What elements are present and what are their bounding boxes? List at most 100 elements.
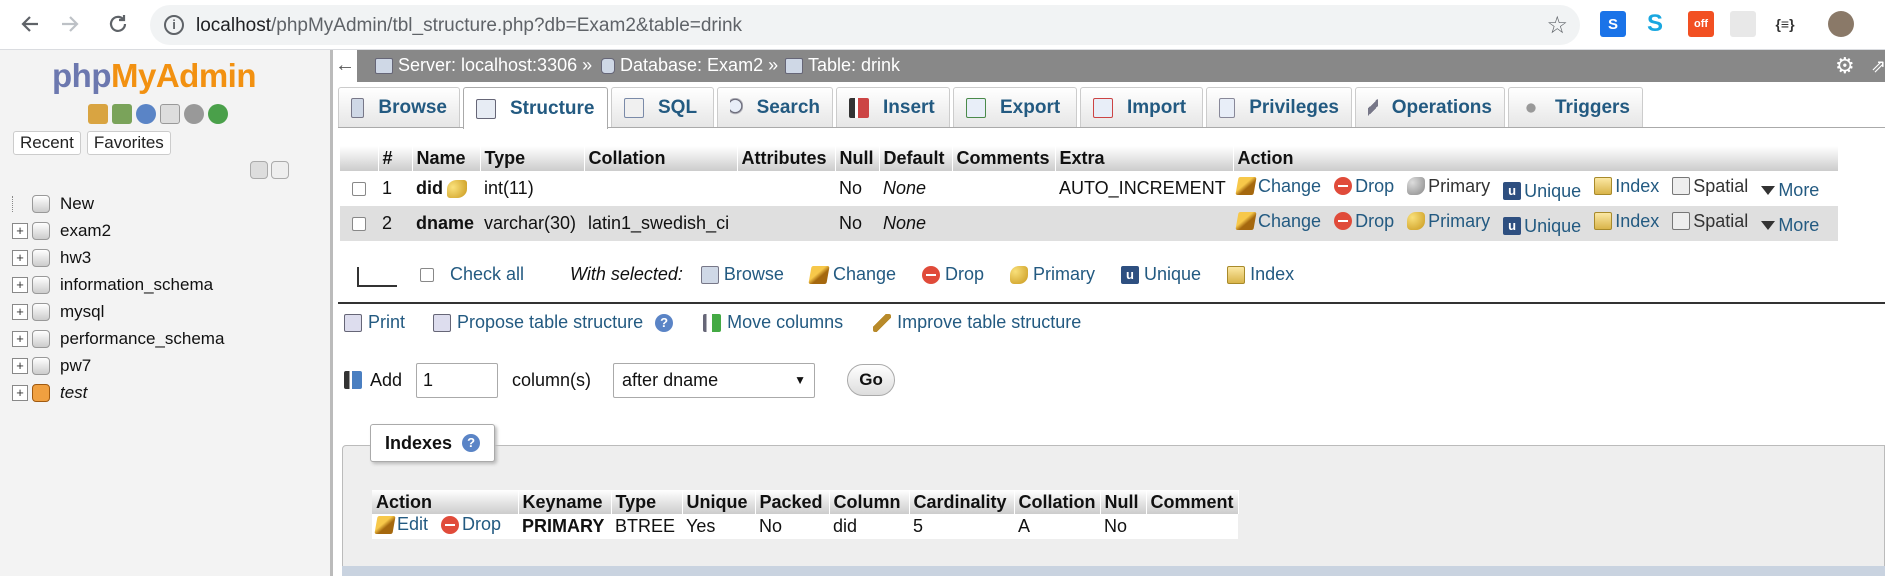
improve-structure-link[interactable]: Improve table structure bbox=[873, 312, 1081, 333]
tab-search[interactable]: Search bbox=[717, 87, 833, 127]
breadcrumb-table[interactable]: Table: drink bbox=[785, 55, 900, 76]
indexes-legend[interactable]: Indexes? bbox=[370, 424, 496, 462]
row-number: 1 bbox=[378, 171, 412, 206]
tab-insert[interactable]: Insert bbox=[836, 87, 950, 127]
row-checkbox[interactable] bbox=[352, 217, 366, 232]
tree-item-test[interactable]: + test bbox=[12, 379, 224, 406]
row-checkbox[interactable] bbox=[352, 182, 366, 197]
refresh-icon[interactable] bbox=[208, 104, 228, 124]
tab-triggers[interactable]: Triggers bbox=[1508, 87, 1643, 127]
index-button[interactable]: Index bbox=[1594, 211, 1659, 232]
sql-query-icon[interactable] bbox=[112, 104, 132, 124]
link-with-main-icon[interactable] bbox=[271, 161, 289, 179]
pane-splitter[interactable] bbox=[330, 50, 333, 576]
expand-icon[interactable]: + bbox=[12, 222, 28, 239]
bulk-drop-button[interactable]: Drop bbox=[922, 264, 984, 285]
expand-icon[interactable]: + bbox=[12, 249, 28, 266]
edit-index-button[interactable]: Edit bbox=[374, 514, 428, 535]
column-comments-cell bbox=[952, 171, 1055, 206]
extension-skype-icon[interactable]: S bbox=[1642, 10, 1668, 37]
index-button[interactable]: Index bbox=[1594, 176, 1659, 197]
collapse-nav-arrow-icon[interactable]: ← bbox=[333, 50, 357, 82]
browse-icon bbox=[351, 97, 365, 118]
check-all-checkbox[interactable] bbox=[420, 267, 434, 282]
expand-icon[interactable]: + bbox=[12, 357, 28, 374]
tree-item-information-schema[interactable]: + information_schema bbox=[12, 271, 224, 298]
extension-blank-icon[interactable] bbox=[1730, 11, 1756, 37]
change-button[interactable]: Change bbox=[1235, 211, 1321, 232]
tab-import[interactable]: Import bbox=[1080, 87, 1203, 127]
breadcrumb-database[interactable]: Database: Exam2 » bbox=[601, 55, 778, 76]
column-default-cell: None bbox=[879, 206, 952, 241]
help-icon[interactable]: ? bbox=[655, 313, 674, 332]
help-icon[interactable] bbox=[136, 104, 156, 124]
drop-button[interactable]: Drop bbox=[1334, 176, 1394, 197]
spatial-button-disabled: Spatial bbox=[1672, 176, 1748, 197]
extension-s-icon[interactable]: S bbox=[1600, 11, 1626, 37]
go-button[interactable]: Go bbox=[847, 364, 896, 396]
expand-icon[interactable]: + bbox=[12, 384, 28, 401]
bulk-browse-button[interactable]: Browse bbox=[700, 264, 784, 285]
url-text[interactable]: localhost/phpMyAdmin/tbl_structure.php?d… bbox=[196, 15, 742, 37]
expand-icon[interactable]: + bbox=[12, 303, 28, 320]
recent-tab[interactable]: Recent bbox=[13, 131, 81, 155]
col-header-check bbox=[340, 146, 379, 171]
address-bar[interactable]: i localhost/phpMyAdmin/tbl_structure.php… bbox=[150, 5, 1580, 45]
profile-avatar[interactable] bbox=[1828, 11, 1854, 37]
phpmyadmin-logo[interactable]: phpMyAdmin bbox=[52, 57, 257, 95]
more-dropdown[interactable]: More bbox=[1761, 180, 1819, 201]
tab-sql[interactable]: SQL bbox=[611, 87, 714, 127]
tree-item-exam2[interactable]: + exam2 bbox=[12, 217, 224, 244]
bulk-unique-button[interactable]: u Unique bbox=[1121, 264, 1201, 285]
move-columns-link[interactable]: Move columns bbox=[703, 312, 843, 333]
drop-index-button[interactable]: Drop bbox=[441, 514, 501, 535]
col-header-column: Column bbox=[829, 490, 910, 514]
tree-item-new[interactable]: New bbox=[12, 190, 224, 217]
tree-item-performance-schema[interactable]: + performance_schema bbox=[12, 325, 224, 352]
primary-button[interactable]: Primary bbox=[1407, 211, 1490, 232]
bulk-index-button[interactable]: Index bbox=[1227, 264, 1294, 285]
expand-icon[interactable]: + bbox=[12, 276, 28, 293]
breadcrumb-server[interactable]: Server: localhost:3306 » bbox=[375, 55, 592, 76]
unique-button[interactable]: u Unique bbox=[1503, 216, 1581, 237]
primary-button-disabled: Primary bbox=[1407, 176, 1490, 197]
change-button[interactable]: Change bbox=[1235, 176, 1321, 197]
info-icon[interactable]: i bbox=[164, 15, 184, 35]
page-settings-gear-icon[interactable]: ⚙ bbox=[1835, 55, 1857, 77]
drop-button[interactable]: Drop bbox=[1334, 211, 1394, 232]
unique-button[interactable]: u Unique bbox=[1503, 181, 1581, 202]
structure-header-row: # Name Type Collation Attributes Null De… bbox=[340, 146, 1839, 171]
bulk-primary-button[interactable]: Primary bbox=[1010, 264, 1095, 285]
more-dropdown[interactable]: More bbox=[1761, 215, 1819, 236]
tab-operations[interactable]: Operations bbox=[1355, 87, 1505, 127]
bookmark-star-icon[interactable]: ☆ bbox=[1546, 11, 1568, 40]
tree-item-hw3[interactable]: + hw3 bbox=[12, 244, 224, 271]
print-link[interactable]: Print bbox=[344, 312, 405, 333]
tab-export[interactable]: Export bbox=[953, 87, 1077, 127]
collapse-top-icon[interactable]: ⇗ bbox=[1871, 55, 1885, 77]
col-header-cardinality: Cardinality bbox=[909, 490, 1015, 514]
check-all-label[interactable]: Check all bbox=[450, 264, 524, 285]
bulk-change-button[interactable]: Change bbox=[808, 264, 896, 285]
table-row: 2 dname varchar(30) latin1_swedish_ci No… bbox=[340, 206, 1838, 241]
help-icon[interactable]: ? bbox=[462, 434, 481, 452]
column-position-select[interactable]: after dname ▼ bbox=[613, 362, 816, 398]
back-arrow-icon[interactable] bbox=[16, 10, 44, 38]
forward-arrow-icon[interactable] bbox=[56, 10, 84, 38]
tab-privileges[interactable]: Privileges bbox=[1206, 87, 1352, 127]
propose-structure-link[interactable]: Propose table structure bbox=[433, 312, 643, 333]
settings-gear-icon[interactable] bbox=[184, 104, 204, 124]
extension-off-icon[interactable]: off bbox=[1688, 11, 1714, 37]
collapse-all-icon[interactable] bbox=[250, 161, 268, 179]
tab-structure[interactable]: Structure bbox=[463, 87, 608, 129]
tree-item-mysql[interactable]: + mysql bbox=[12, 298, 224, 325]
expand-icon[interactable]: + bbox=[12, 330, 28, 347]
favorites-tab[interactable]: Favorites bbox=[86, 131, 171, 155]
extension-json-icon[interactable]: {≡} bbox=[1772, 11, 1798, 37]
docs-icon[interactable] bbox=[160, 104, 180, 124]
home-icon[interactable] bbox=[88, 104, 108, 124]
tree-item-pw7[interactable]: + pw7 bbox=[12, 352, 224, 379]
column-count-input[interactable]: 1 bbox=[416, 362, 499, 398]
tab-browse[interactable]: Browse bbox=[338, 87, 460, 127]
reload-icon[interactable] bbox=[104, 10, 132, 38]
